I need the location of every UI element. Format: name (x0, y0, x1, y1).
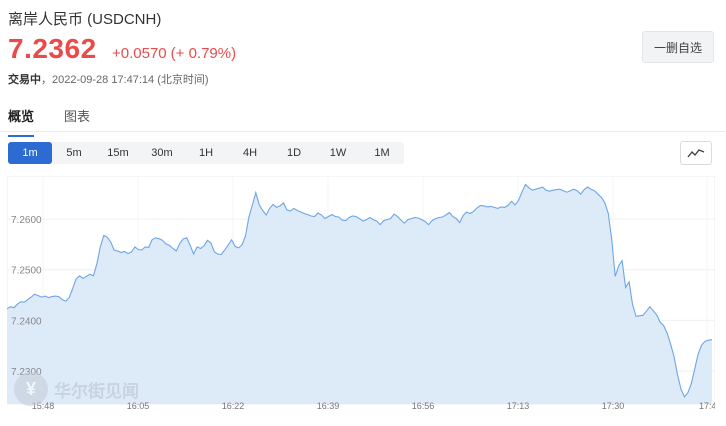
y-tick-label: 7.2400 (11, 316, 42, 327)
instrument-title: 离岸人民币 (USDCNH) (8, 11, 162, 28)
trade-status: 交易中，2022-09-28 17:47:14 (北京时间) (8, 71, 209, 87)
wallstreetcn-logo-icon: ¥ (14, 372, 48, 406)
x-tick-label: 17:4 (699, 401, 715, 411)
period-1h[interactable]: 1H (184, 142, 228, 164)
view-tabs: 概览 图表 (8, 106, 120, 137)
current-price: 7.2362 (8, 33, 97, 64)
tabs-divider (0, 131, 726, 132)
x-tick-label: 17:13 (507, 401, 530, 411)
x-tick-label: 16:39 (317, 401, 340, 411)
remove-watchlist-button[interactable]: 一删自选 (642, 31, 714, 63)
watermark: ¥ 华尔街见闻 (14, 372, 139, 406)
y-tick-label: 7.2600 (11, 215, 42, 226)
status-timestamp: ，2022-09-28 17:47:14 (北京时间) (41, 74, 209, 86)
period-1m[interactable]: 1m (8, 142, 52, 164)
tab-overview[interactable]: 概览 (8, 106, 35, 137)
status-label: 交易中 (8, 74, 41, 86)
period-selector: 1m 5m 15m 30m 1H 4H 1D 1W 1M (8, 142, 404, 164)
x-tick-label: 16:56 (412, 401, 435, 411)
change-value: +0.0570 (112, 45, 167, 62)
period-5m[interactable]: 5m (52, 142, 96, 164)
x-tick-label: 16:22 (222, 401, 245, 411)
period-15m[interactable]: 15m (96, 142, 140, 164)
tab-chart[interactable]: 图表 (64, 106, 90, 137)
price-change: +0.0570 (+ 0.79%) (112, 45, 240, 62)
change-percent: (+ 0.79%) (170, 45, 237, 62)
watermark-text: 华尔街见闻 (54, 381, 139, 402)
y-tick-label: 7.2500 (11, 266, 42, 277)
line-chart-icon[interactable] (680, 141, 712, 165)
period-1w[interactable]: 1W (316, 142, 360, 164)
period-1d[interactable]: 1D (272, 142, 316, 164)
period-30m[interactable]: 30m (140, 142, 184, 164)
period-4h[interactable]: 4H (228, 142, 272, 164)
x-tick-label: 17:30 (602, 401, 625, 411)
period-1mo[interactable]: 1M (360, 142, 404, 164)
